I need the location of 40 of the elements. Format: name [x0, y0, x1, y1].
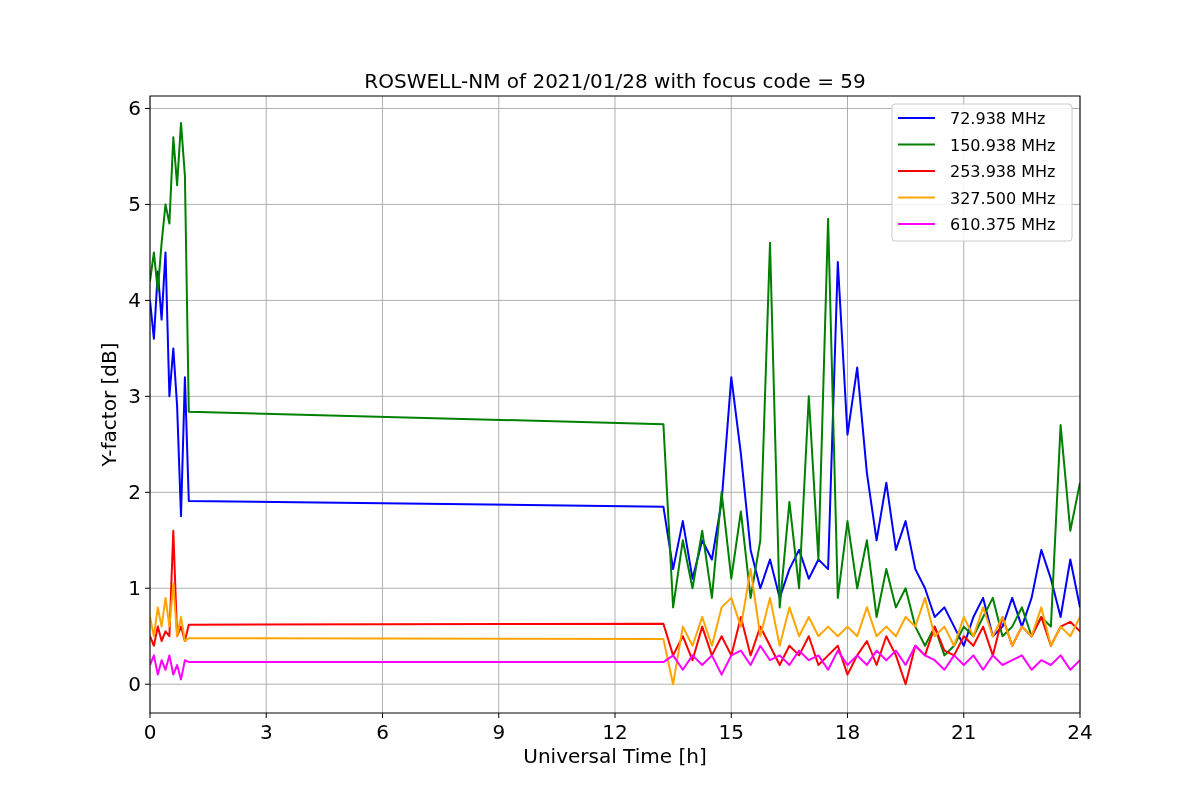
tick-label: 0: [128, 672, 141, 697]
tick-label: 21: [951, 720, 977, 744]
tick-label: 6: [376, 720, 389, 744]
tick-mark: [265, 712, 267, 719]
plot-title: ROSWELL-NM of 2021/01/28 with focus code = 59: [364, 69, 866, 93]
tick-mark: [149, 712, 151, 719]
tick-mark: [144, 587, 151, 589]
legend-label: 150.938 MHz: [950, 135, 1056, 155]
tick-mark: [144, 395, 151, 397]
tick-label: 4: [128, 288, 141, 313]
y-axis-label: Y-factor [dB]: [97, 342, 121, 467]
tick-label: 1: [128, 576, 141, 601]
tick-label: 18: [834, 720, 861, 744]
tick-mark: [144, 683, 151, 685]
tick-label: 3: [259, 720, 273, 744]
tick-label: 3: [128, 384, 141, 409]
tick-mark: [382, 712, 383, 719]
tick-mark: [614, 712, 616, 719]
tick-label: 6: [128, 96, 141, 121]
legend-label: 610.375 MHz: [950, 215, 1056, 234]
legend-label: 72.938 MHz: [950, 109, 1046, 128]
tick-label: 5: [128, 192, 141, 217]
tick-mark: [144, 203, 151, 205]
tick-mark: [144, 299, 151, 301]
legend-label: 253.938 MHz: [950, 162, 1056, 181]
tick-label: 12: [602, 720, 628, 744]
tick-mark: [498, 712, 500, 719]
legend-label: 327.500 MHz: [950, 188, 1056, 208]
tick-label: 24: [1067, 720, 1093, 744]
tick-mark: [144, 491, 151, 493]
tick-mark: [847, 712, 848, 719]
tick-mark: [144, 107, 151, 109]
tick-label: 9: [492, 720, 506, 744]
tick-label: 2: [128, 480, 141, 505]
tick-label: 15: [718, 720, 744, 744]
tick-label: 0: [143, 720, 157, 744]
tick-mark: [963, 712, 965, 719]
tick-mark: [1079, 712, 1081, 719]
tick-mark: [730, 712, 732, 719]
x-axis-label: Universal Time [h]: [523, 744, 707, 768]
